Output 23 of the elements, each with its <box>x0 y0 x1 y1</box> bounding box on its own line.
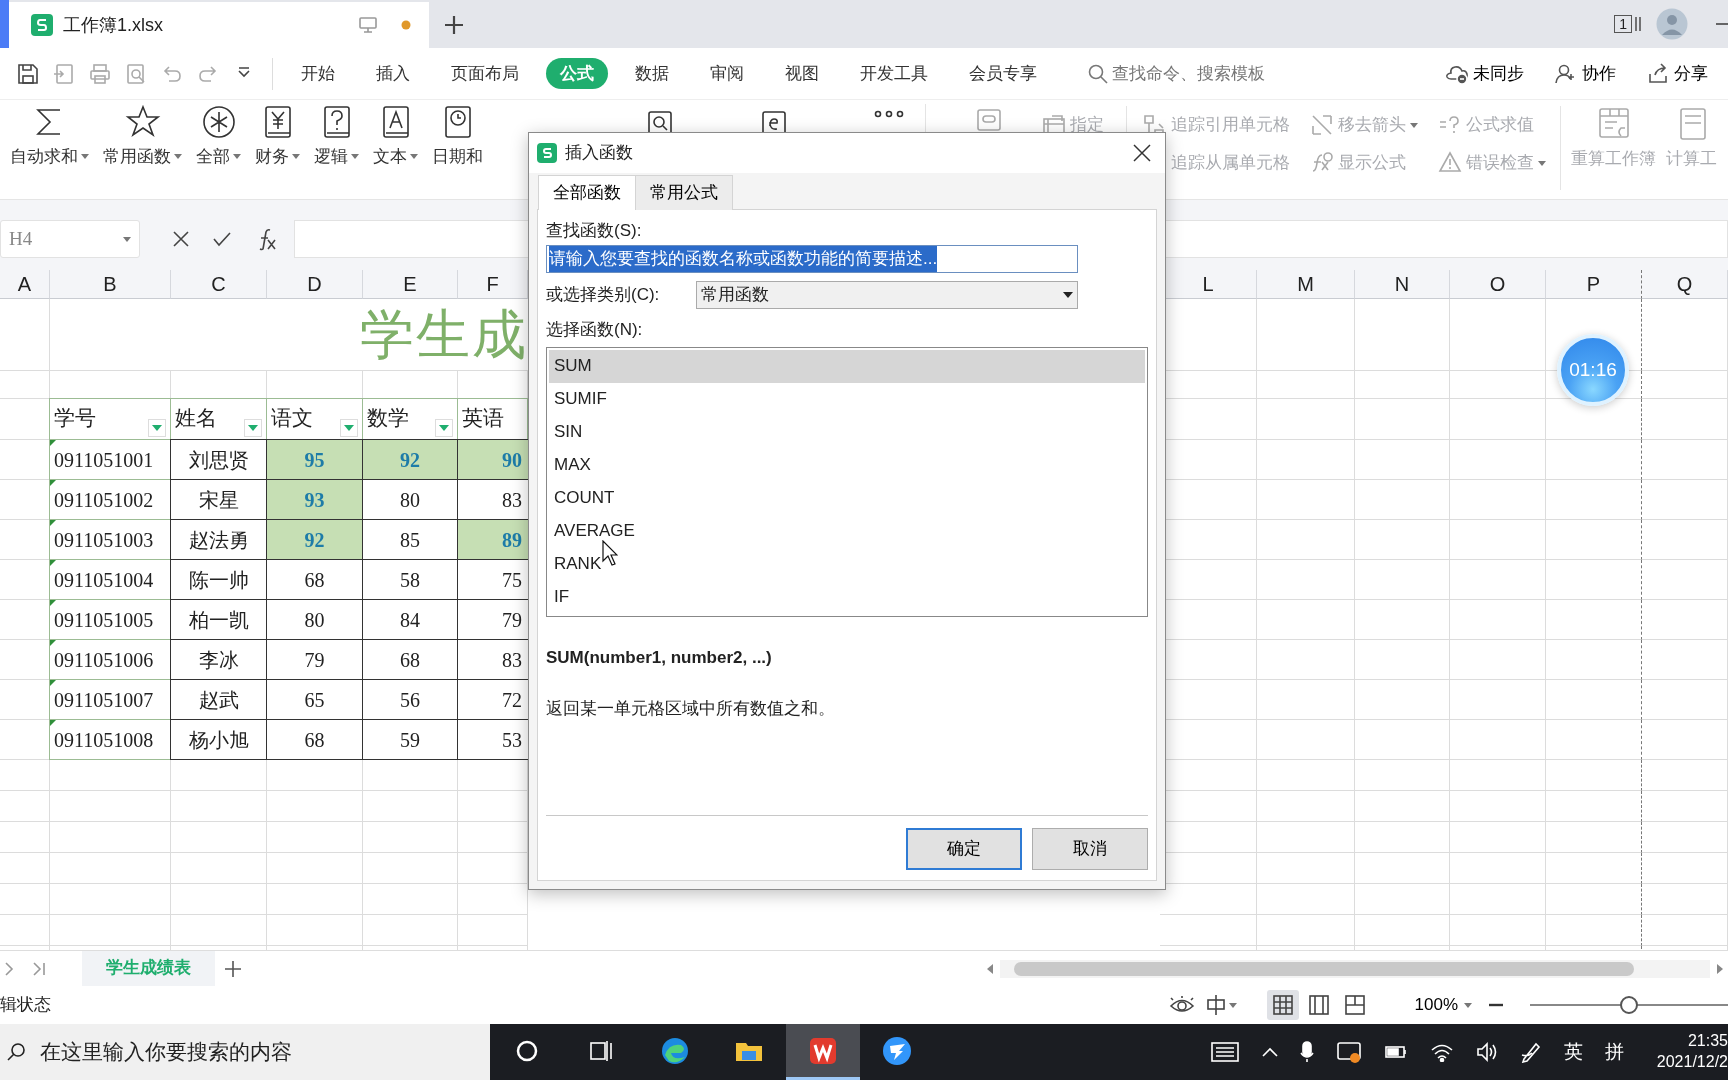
column-heading: 语文 <box>271 405 313 433</box>
status-text: 辑状态 <box>0 994 51 1017</box>
table-cell: 93 <box>266 479 363 520</box>
column-heading: 数学 <box>367 405 409 433</box>
column-heading: 英语 <box>462 405 504 433</box>
column-heading: 学号 <box>54 405 96 433</box>
table-cell: 92 <box>266 519 363 560</box>
table-cell: 90 <box>457 439 528 480</box>
field-label: 或选择类别(C): <box>546 284 660 307</box>
function-signature: SUM(number1, number2, ...) <box>546 646 773 669</box>
table-cell: 0911051008 <box>49 719 171 760</box>
field-label: 选择函数(N): <box>546 319 644 341</box>
field-label: 查找函数(S): <box>546 219 643 242</box>
sheet-title: 学生成 <box>360 307 528 362</box>
function-description: 返回某一单元格区域中所有数值之和。 <box>546 698 836 720</box>
table-cell: 92 <box>362 439 458 480</box>
document-title: 工作簿1.xlsx <box>63 13 163 37</box>
table-cell: 95 <box>266 439 363 480</box>
column-heading: 姓名 <box>175 405 217 433</box>
timer-badge: 01:16 <box>1557 334 1629 406</box>
table-cell: 杨小旭 <box>170 719 267 760</box>
dialog-title: 插入函数 <box>565 142 633 165</box>
table-cell: 89 <box>457 519 528 560</box>
